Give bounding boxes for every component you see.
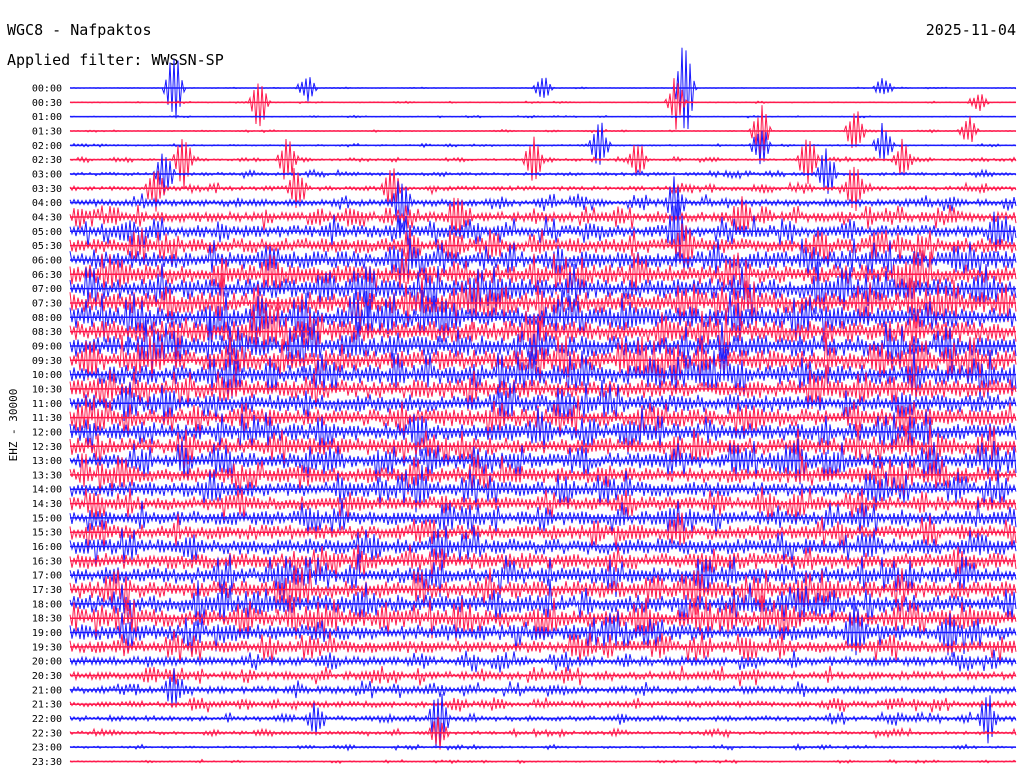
helicorder-plot: 00:00 00:30 01:00 01:30 02:00 02:30 03:00 03:30… (32, 47, 1017, 769)
time-tick-label: 03:30 (32, 184, 62, 195)
time-tick-label: 14:00 (32, 485, 62, 496)
time-tick-label: 12:30 (32, 442, 62, 453)
time-tick-label: 20:30 (32, 671, 62, 682)
time-tick-label: 08:00 (32, 313, 62, 324)
time-tick-label: 07:00 (32, 284, 62, 295)
trace-row (69, 758, 1017, 765)
time-tick-label: 18:00 (32, 599, 62, 610)
time-tick-label: 22:00 (32, 714, 62, 725)
time-tick-label: 00:30 (32, 98, 62, 109)
trace-row (69, 136, 1017, 189)
time-tick-label: 14:30 (32, 499, 62, 510)
time-tick-label: 15:00 (32, 513, 62, 524)
helicorder-canvas: WGC8 - Nafpaktos 2025-11-04 Applied filt… (0, 0, 1024, 780)
time-tick-label: 10:00 (32, 370, 62, 381)
time-tick-label: 12:00 (32, 427, 62, 438)
time-tick-label: 16:30 (32, 556, 62, 567)
time-tick-label: 22:30 (32, 728, 62, 739)
time-tick-label: 19:00 (32, 628, 62, 639)
time-tick-label: 09:00 (32, 341, 62, 352)
time-tick-label: 17:30 (32, 585, 62, 596)
time-tick-label: 02:00 (32, 141, 62, 152)
time-tick-group: 00:00 00:30 01:00 01:30 02:00 02:30 03:00 03:30… (32, 84, 62, 769)
time-tick-label: 20:00 (32, 657, 62, 668)
time-tick-label: 09:30 (32, 356, 62, 367)
trace-row (69, 693, 1017, 748)
trace-row (69, 114, 1017, 119)
time-tick-label: 01:30 (32, 126, 62, 137)
time-tick-label: 10:30 (32, 384, 62, 395)
time-tick-label: 19:30 (32, 642, 62, 653)
time-tick-label: 04:00 (32, 198, 62, 209)
time-tick-label: 01:00 (32, 112, 62, 123)
time-tick-label: 11:00 (32, 399, 62, 410)
time-tick-label: 13:00 (32, 456, 62, 467)
time-tick-label: 03:00 (32, 169, 62, 180)
time-tick-label: 17:00 (32, 571, 62, 582)
time-tick-label: 08:30 (32, 327, 62, 338)
time-tick-label: 02:30 (32, 155, 62, 166)
time-tick-label: 23:00 (32, 743, 62, 754)
time-tick-label: 23:30 (32, 757, 62, 768)
time-tick-label: 21:00 (32, 685, 62, 696)
time-tick-label: 04:30 (32, 212, 62, 223)
time-tick-label: 11:30 (32, 413, 62, 424)
time-tick-label: 16:00 (32, 542, 62, 553)
time-tick-label: 21:30 (32, 700, 62, 711)
time-tick-label: 00:00 (32, 84, 62, 95)
time-tick-label: 15:30 (32, 528, 62, 539)
time-tick-label: 13:30 (32, 470, 62, 481)
time-tick-label: 06:30 (32, 270, 62, 281)
time-tick-label: 06:00 (32, 255, 62, 266)
trace-group (69, 47, 1017, 765)
time-tick-label: 05:00 (32, 227, 62, 238)
time-tick-label: 07:30 (32, 298, 62, 309)
time-tick-label: 05:30 (32, 241, 62, 252)
trace-row (69, 176, 1017, 236)
time-tick-label: 18:30 (32, 614, 62, 625)
